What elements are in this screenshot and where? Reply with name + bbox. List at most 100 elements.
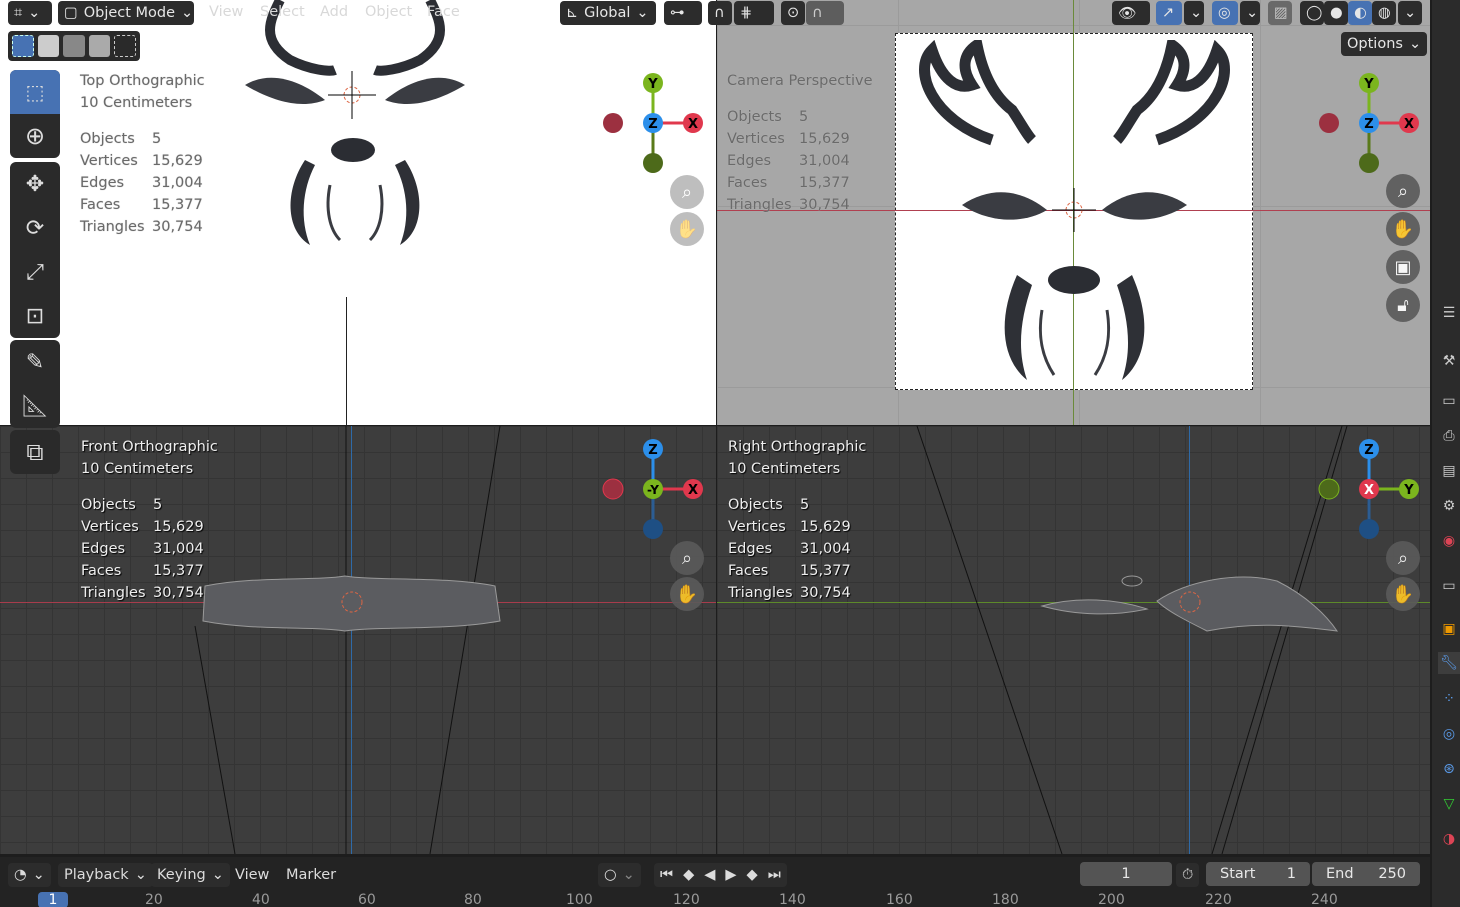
editor-type-timeline[interactable]: ◔ ⌄ (8, 863, 51, 887)
prev-keyframe-icon[interactable]: ◆ (683, 867, 694, 883)
select-intersect-icon[interactable] (114, 35, 136, 57)
play-icon[interactable]: ▶ (725, 867, 736, 883)
playback-menu[interactable]: Playback ⌄ (58, 863, 153, 887)
world-icon[interactable]: ◉ (1438, 530, 1460, 552)
menu-add[interactable]: Add (320, 4, 348, 20)
select-invert-icon[interactable] (88, 35, 111, 57)
collection-icon[interactable]: ▭ (1438, 575, 1460, 597)
auto-keying-toggle[interactable]: ○ ⌄ (598, 863, 641, 887)
zoom-icon[interactable]: ⌕ (1386, 541, 1420, 575)
mode-dropdown[interactable]: ▢ Object Mode ⌄ (58, 1, 194, 25)
render-icon[interactable]: ▭ (1438, 390, 1460, 412)
material-icon[interactable]: ◑ (1438, 828, 1460, 850)
view-menu[interactable]: View (229, 863, 275, 887)
chevron-down-icon: ⌄ (636, 5, 649, 21)
menu-view[interactable]: View (209, 4, 243, 20)
menu-face[interactable]: Face (427, 4, 460, 20)
stat-label: Objects (728, 497, 783, 513)
nav-gizmo-camera[interactable]: Y X Z (1314, 68, 1424, 178)
cursor-arrow-icon: ⬚ (25, 80, 45, 104)
scene-icon[interactable]: ⚙ (1438, 495, 1460, 517)
gizmo-dropdown[interactable]: ⌄ (1184, 1, 1204, 25)
stat-value: 30,754 (153, 585, 204, 601)
annotate-tool[interactable]: ✎ (10, 340, 60, 384)
shading-solid[interactable]: ● (1324, 1, 1348, 25)
xray-toggle[interactable]: ▨ (1268, 1, 1292, 25)
zoom-icon[interactable]: ⌕ (670, 541, 704, 575)
falloff-dropdown[interactable]: ∩ (806, 1, 844, 25)
marker-menu[interactable]: Marker (280, 863, 342, 887)
jump-end-icon[interactable]: ⏭ (768, 867, 781, 883)
menu-object[interactable]: Object (365, 4, 412, 20)
visibility-dropdown[interactable]: 👁︎ (1112, 1, 1150, 25)
nav-gizmo-top[interactable]: Y X Z (598, 68, 708, 178)
stat-value: 15,377 (153, 563, 204, 579)
gizmo-z-label: Z (648, 117, 657, 132)
scale-tool[interactable]: ⤢ (10, 250, 60, 294)
overlay-dropdown[interactable]: ⌄ (1240, 1, 1260, 25)
particles-icon[interactable]: ⁘ (1438, 688, 1460, 710)
deer-top-view (245, 0, 465, 245)
keying-menu[interactable]: Keying ⌄ (151, 863, 230, 887)
stat-label: Edges (728, 541, 773, 557)
shading-wireframe[interactable]: ◯ (1300, 1, 1324, 25)
pan-hand-icon[interactable]: ✋ (670, 577, 704, 611)
measure-tool[interactable]: 📐︎ (10, 384, 60, 428)
transform-tool[interactable]: ⊡ (10, 294, 60, 338)
snap-toggle[interactable]: ∩ (708, 1, 732, 25)
move-tool[interactable]: ✥ (10, 162, 60, 206)
preview-range-toggle[interactable]: ⏱ (1176, 863, 1200, 887)
end-value: 250 (1378, 866, 1406, 882)
pivot-dropdown[interactable]: ⊶ (664, 1, 702, 25)
jump-start-icon[interactable]: ⏮ (660, 867, 673, 883)
viewport-right[interactable]: Right Orthographic 10 Centimeters Object… (717, 426, 1430, 854)
modifier-wrench-icon[interactable]: 🔧︎ (1438, 652, 1460, 674)
nav-gizmo-right[interactable]: Z Y X (1314, 434, 1424, 544)
object-icon[interactable]: ▣ (1438, 618, 1460, 640)
snap-dropdown[interactable]: ⋕ (734, 1, 774, 25)
camera-icon[interactable]: ▣ (1386, 250, 1420, 284)
pan-hand-icon[interactable]: ✋ (1386, 577, 1420, 611)
viewport-top[interactable]: Top Orthographic 10 Centimeters Objects 5… (0, 0, 716, 425)
view-layer-icon[interactable]: ▤ (1438, 460, 1460, 482)
constraints-icon[interactable]: ⊛ (1438, 758, 1460, 780)
select-box-tool[interactable]: ⬚ (10, 70, 60, 114)
physics-icon[interactable]: ◎ (1438, 723, 1460, 745)
lock-icon[interactable]: 🔓︎ (1386, 288, 1420, 322)
select-extend-icon[interactable] (37, 35, 60, 57)
output-icon[interactable]: ⎙ (1438, 425, 1460, 447)
play-reverse-icon[interactable]: ◀ (704, 867, 715, 883)
viewport-front[interactable]: Front Orthographic 10 Centimeters Object… (0, 426, 716, 854)
shading-material[interactable]: ◐ (1348, 1, 1372, 25)
rotate-tool[interactable]: ⟳ (10, 206, 60, 250)
overlay-toggle[interactable]: ◎ (1212, 1, 1238, 25)
pan-hand-icon[interactable]: ✋ (1386, 212, 1420, 246)
menu-select[interactable]: Select (260, 4, 305, 20)
nav-gizmo-front[interactable]: Z X -Y (598, 434, 708, 544)
zoom-icon[interactable]: ⌕ (1386, 174, 1420, 208)
proportional-edit-toggle[interactable]: ⊙ (781, 1, 805, 25)
gizmo-toggle[interactable]: ↗ (1156, 1, 1182, 25)
editor-type-button[interactable]: ⌗ ⌄ (8, 1, 52, 25)
select-new-icon[interactable] (12, 35, 34, 57)
shading-rendered[interactable]: ◍ (1372, 1, 1396, 25)
orientation-dropdown[interactable]: ⊾ Global ⌄ (560, 1, 656, 25)
n-panel-toggle-icon[interactable]: ☰ (1438, 302, 1460, 324)
add-cube-tool[interactable]: ⧉ (10, 430, 60, 474)
options-dropdown[interactable]: Options ⌄ (1341, 32, 1428, 56)
select-subtract-icon[interactable] (63, 35, 85, 57)
viewport-camera[interactable]: Camera Perspective Objects 5 Vertices 15,6… (717, 0, 1430, 425)
start-frame-field[interactable]: Start 1 (1206, 862, 1310, 886)
ruler-tick: 40 (252, 892, 270, 907)
pan-hand-icon[interactable]: ✋ (670, 212, 704, 246)
next-keyframe-icon[interactable]: ◆ (747, 867, 758, 883)
shading-dropdown[interactable]: ⌄ (1398, 1, 1422, 25)
cursor-tool[interactable]: ⊕ (10, 114, 60, 158)
zoom-icon[interactable]: ⌕ (670, 175, 704, 209)
view-title: Top Orthographic (80, 73, 205, 89)
current-frame-field[interactable]: 1 (1080, 862, 1172, 886)
end-frame-field[interactable]: End 250 (1312, 862, 1420, 886)
tool-settings-icon[interactable]: ⚒ (1438, 350, 1460, 372)
data-mesh-icon[interactable]: ▽ (1438, 793, 1460, 815)
current-frame-marker[interactable]: 1 (38, 892, 68, 907)
